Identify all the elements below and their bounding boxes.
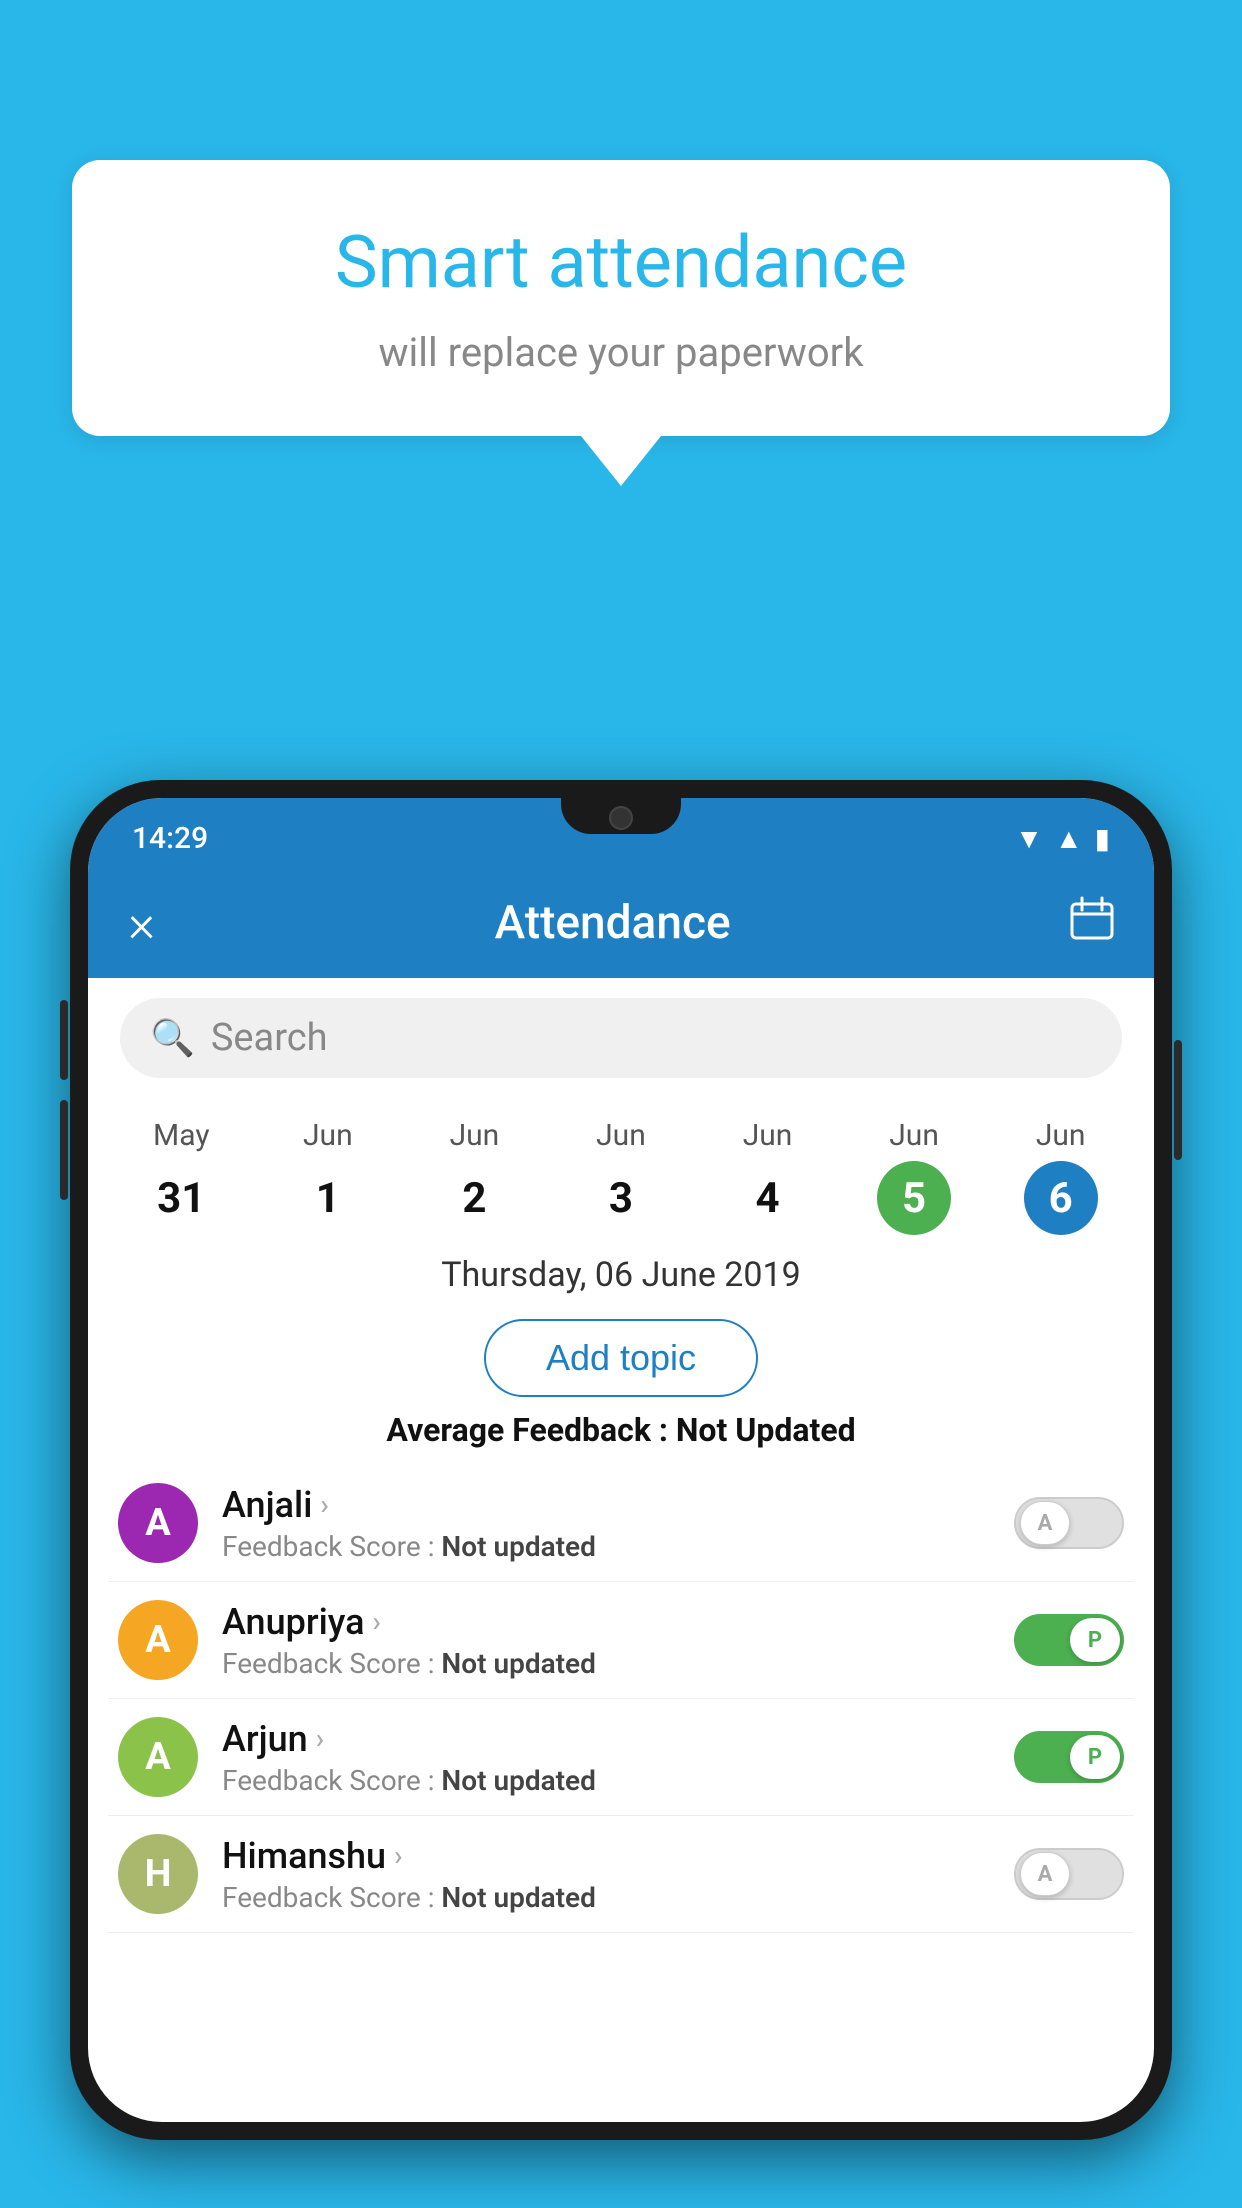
student-item[interactable]: H Himanshu › Feedback Score : Not updated A xyxy=(108,1816,1134,1933)
student-info: Arjun › Feedback Score : Not updated xyxy=(222,1718,990,1797)
search-bar[interactable]: 🔍 Search xyxy=(120,998,1122,1078)
calendar-month: Jun xyxy=(743,1118,793,1153)
signal-icon: ▲ xyxy=(1055,822,1083,855)
selected-date-label: Thursday, 06 June 2019 xyxy=(88,1235,1154,1305)
attendance-toggle[interactable]: A xyxy=(1014,1848,1124,1900)
calendar-month: Jun xyxy=(889,1118,939,1153)
toggle-knob: P xyxy=(1070,1735,1120,1779)
phone-screen: 14:29 ▼ ▲ ▮ × Attendance xyxy=(88,798,1154,2122)
wifi-icon: ▼ xyxy=(1015,822,1043,855)
app-header: × Attendance xyxy=(88,868,1154,978)
student-item[interactable]: A Arjun › Feedback Score : Not updated P xyxy=(108,1699,1134,1816)
search-icon: 🔍 xyxy=(150,1017,195,1059)
toggle-knob: A xyxy=(1020,1852,1070,1896)
student-info: Himanshu › Feedback Score : Not updated xyxy=(222,1835,990,1914)
speech-bubble-subtitle: will replace your paperwork xyxy=(132,329,1110,376)
feedback-score: Feedback Score : Not updated xyxy=(222,1881,990,1914)
add-topic-button[interactable]: Add topic xyxy=(484,1319,758,1397)
calendar-date[interactable]: 6 xyxy=(1024,1161,1098,1235)
phone-outer: 14:29 ▼ ▲ ▮ × Attendance xyxy=(70,780,1172,2140)
calendar-date[interactable]: 4 xyxy=(731,1161,805,1235)
calendar-month: Jun xyxy=(450,1118,500,1153)
calendar-month: Jun xyxy=(1036,1118,1086,1153)
avg-feedback-value: Not Updated xyxy=(676,1411,856,1449)
chevron-right-icon: › xyxy=(320,1488,328,1521)
avatar: A xyxy=(118,1483,198,1563)
attendance-toggle[interactable]: A xyxy=(1014,1497,1124,1549)
calendar-day[interactable]: May 31 xyxy=(144,1118,218,1235)
calendar-date[interactable]: 1 xyxy=(291,1161,365,1235)
toggle-knob: A xyxy=(1020,1501,1070,1545)
volume-down-button xyxy=(60,1100,68,1200)
phone-camera xyxy=(609,806,633,830)
student-list: AAnjali ›Feedback Score : Not updatedAAA… xyxy=(88,1465,1154,1933)
close-button[interactable]: × xyxy=(128,893,155,954)
calendar-icon[interactable] xyxy=(1070,896,1114,951)
battery-icon: ▮ xyxy=(1095,822,1110,855)
avatar: A xyxy=(118,1600,198,1680)
attendance-toggle[interactable]: P xyxy=(1014,1731,1124,1783)
avatar: A xyxy=(118,1717,198,1797)
calendar-day[interactable]: Jun 6 xyxy=(1024,1118,1098,1235)
calendar-month: Jun xyxy=(303,1118,353,1153)
chevron-right-icon: › xyxy=(316,1722,324,1755)
speech-bubble-title: Smart attendance xyxy=(132,220,1110,305)
status-icons: ▼ ▲ ▮ xyxy=(1015,822,1110,855)
feedback-score: Feedback Score : Not updated xyxy=(222,1530,990,1563)
student-info: Anjali › Feedback Score : Not updated xyxy=(222,1484,990,1563)
feedback-score: Feedback Score : Not updated xyxy=(222,1764,990,1797)
calendar-strip: May 31 Jun 1 Jun 2 Jun 3 Jun 4 Jun 5 Jun 6 xyxy=(88,1098,1154,1235)
student-name: Arjun › xyxy=(222,1718,990,1760)
power-button xyxy=(1174,1040,1182,1160)
avg-feedback: Average Feedback : Not Updated xyxy=(88,1411,1154,1449)
avatar: H xyxy=(118,1834,198,1914)
calendar-day[interactable]: Jun 4 xyxy=(731,1118,805,1235)
attendance-toggle[interactable]: P xyxy=(1014,1614,1124,1666)
calendar-month: May xyxy=(153,1118,209,1153)
calendar-day[interactable]: Jun 1 xyxy=(291,1118,365,1235)
chevron-right-icon: › xyxy=(394,1839,402,1872)
chevron-right-icon: › xyxy=(373,1605,381,1638)
speech-bubble-wrapper: Smart attendance will replace your paper… xyxy=(72,160,1170,486)
calendar-date[interactable]: 31 xyxy=(144,1161,218,1235)
avg-feedback-label: Average Feedback : xyxy=(386,1411,668,1449)
student-item[interactable]: A Anjali › Feedback Score : Not updated A xyxy=(108,1465,1134,1582)
search-input[interactable]: Search xyxy=(211,1016,328,1060)
speech-bubble: Smart attendance will replace your paper… xyxy=(72,160,1170,436)
calendar-date[interactable]: 3 xyxy=(584,1161,658,1235)
student-name: Anupriya › xyxy=(222,1601,990,1643)
volume-up-button xyxy=(60,1000,68,1080)
calendar-date[interactable]: 5 xyxy=(877,1161,951,1235)
student-item[interactable]: A Anupriya › Feedback Score : Not updated P xyxy=(108,1582,1134,1699)
header-title: Attendance xyxy=(495,896,731,950)
phone-wrapper: 14:29 ▼ ▲ ▮ × Attendance xyxy=(70,780,1172,2208)
toggle-knob: P xyxy=(1070,1618,1120,1662)
calendar-date[interactable]: 2 xyxy=(437,1161,511,1235)
speech-bubble-arrow xyxy=(581,436,661,486)
feedback-score: Feedback Score : Not updated xyxy=(222,1647,990,1680)
student-name: Anjali › xyxy=(222,1484,990,1526)
student-info: Anupriya › Feedback Score : Not updated xyxy=(222,1601,990,1680)
calendar-day[interactable]: Jun 5 xyxy=(877,1118,951,1235)
calendar-day[interactable]: Jun 3 xyxy=(584,1118,658,1235)
calendar-month: Jun xyxy=(596,1118,646,1153)
status-time: 14:29 xyxy=(132,821,208,856)
phone-notch xyxy=(561,798,681,834)
calendar-day[interactable]: Jun 2 xyxy=(437,1118,511,1235)
student-name: Himanshu › xyxy=(222,1835,990,1877)
